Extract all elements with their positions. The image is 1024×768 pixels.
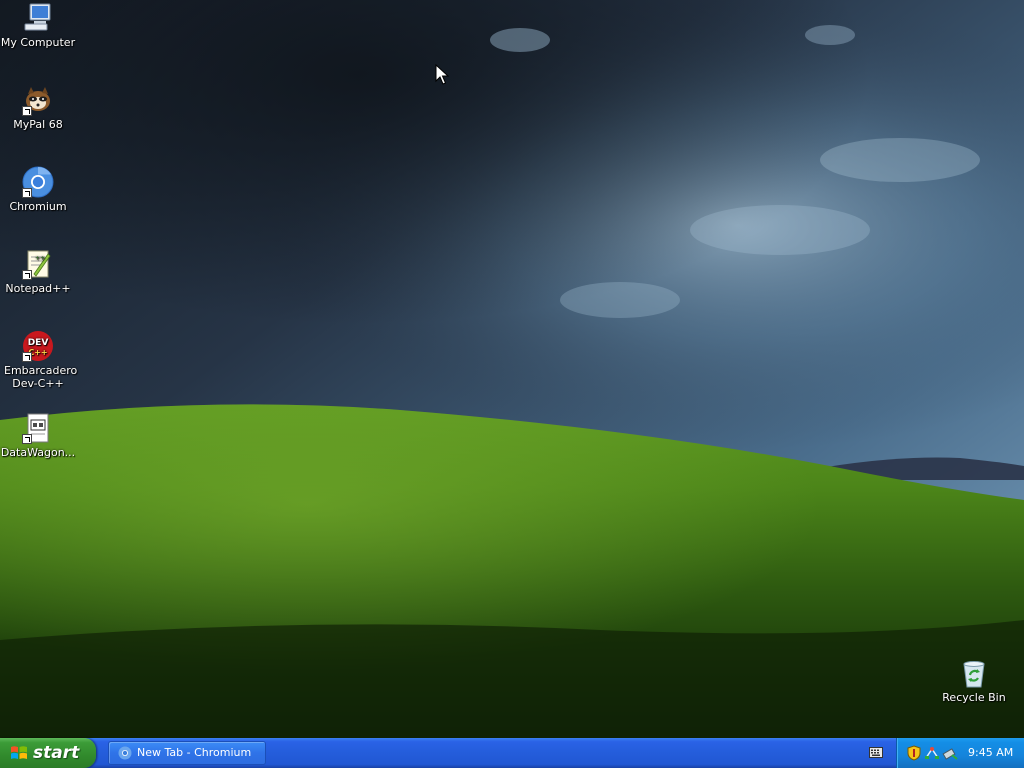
desktop-icon-label: DataWagon... [0,446,76,459]
taskbar: start New Tab - Chromium 9:45 AM [0,738,1024,768]
datawagon-icon [22,412,54,444]
chromium-icon [118,746,132,760]
recycle-bin-icon [958,657,990,689]
keyboard-icon[interactable] [869,747,883,758]
desktop-icon-mypal[interactable]: MyPal 68 [0,84,76,131]
svg-text:DEV: DEV [28,338,49,348]
taskbar-button-chromium[interactable]: New Tab - Chromium [108,741,266,765]
shortcut-arrow-icon [22,270,32,280]
desktop-icon-dev-cpp[interactable]: DEV C++ Embarcadero Dev-C++ [0,330,78,390]
svg-text:++: ++ [35,255,45,262]
desktop[interactable]: My Computer MyPal 68 Chromium ++ Notepad… [0,0,1024,738]
security-shield-icon[interactable] [906,745,922,761]
desktop-icon-chromium[interactable]: Chromium [0,166,76,213]
desktop-icon-label: Notepad++ [5,282,71,295]
system-tray: 9:45 AM [896,738,1024,768]
safely-remove-hardware-icon[interactable] [942,745,958,761]
shortcut-arrow-icon [22,106,32,116]
network-icon[interactable] [924,745,940,761]
taskbar-button-label: New Tab - Chromium [137,746,252,759]
shortcut-arrow-icon [22,352,32,362]
desktop-icon-label: My Computer [0,36,76,49]
mypal-icon [22,84,54,116]
desktop-icon-my-computer[interactable]: My Computer [0,2,76,49]
wallpaper-bliss [0,0,1024,738]
desktop-icon-datawagon[interactable]: DataWagon... [0,412,76,459]
desktop-icon-label: Recycle Bin [942,691,1006,704]
desktop-icon-recycle-bin[interactable]: Recycle Bin [936,657,1012,704]
desktop-icon-label: Embarcadero Dev-C++ [4,364,78,390]
chromium-icon [22,166,54,198]
shortcut-arrow-icon [22,188,32,198]
notepad-plus-plus-icon: ++ [22,248,54,280]
desktop-icon-label: MyPal 68 [13,118,63,131]
desktop-icon-label: Chromium [9,200,67,213]
clock[interactable]: 9:45 AM [968,738,1013,768]
start-button[interactable]: start [0,738,96,768]
mouse-pointer-icon [435,64,449,85]
desktop-icon-notepad-plus-plus[interactable]: ++ Notepad++ [0,248,76,295]
dev-cpp-icon: DEV C++ [22,330,54,362]
windows-logo-icon [11,746,27,759]
my-computer-icon [22,2,54,34]
shortcut-arrow-icon [22,434,32,444]
start-label: start [33,743,80,763]
